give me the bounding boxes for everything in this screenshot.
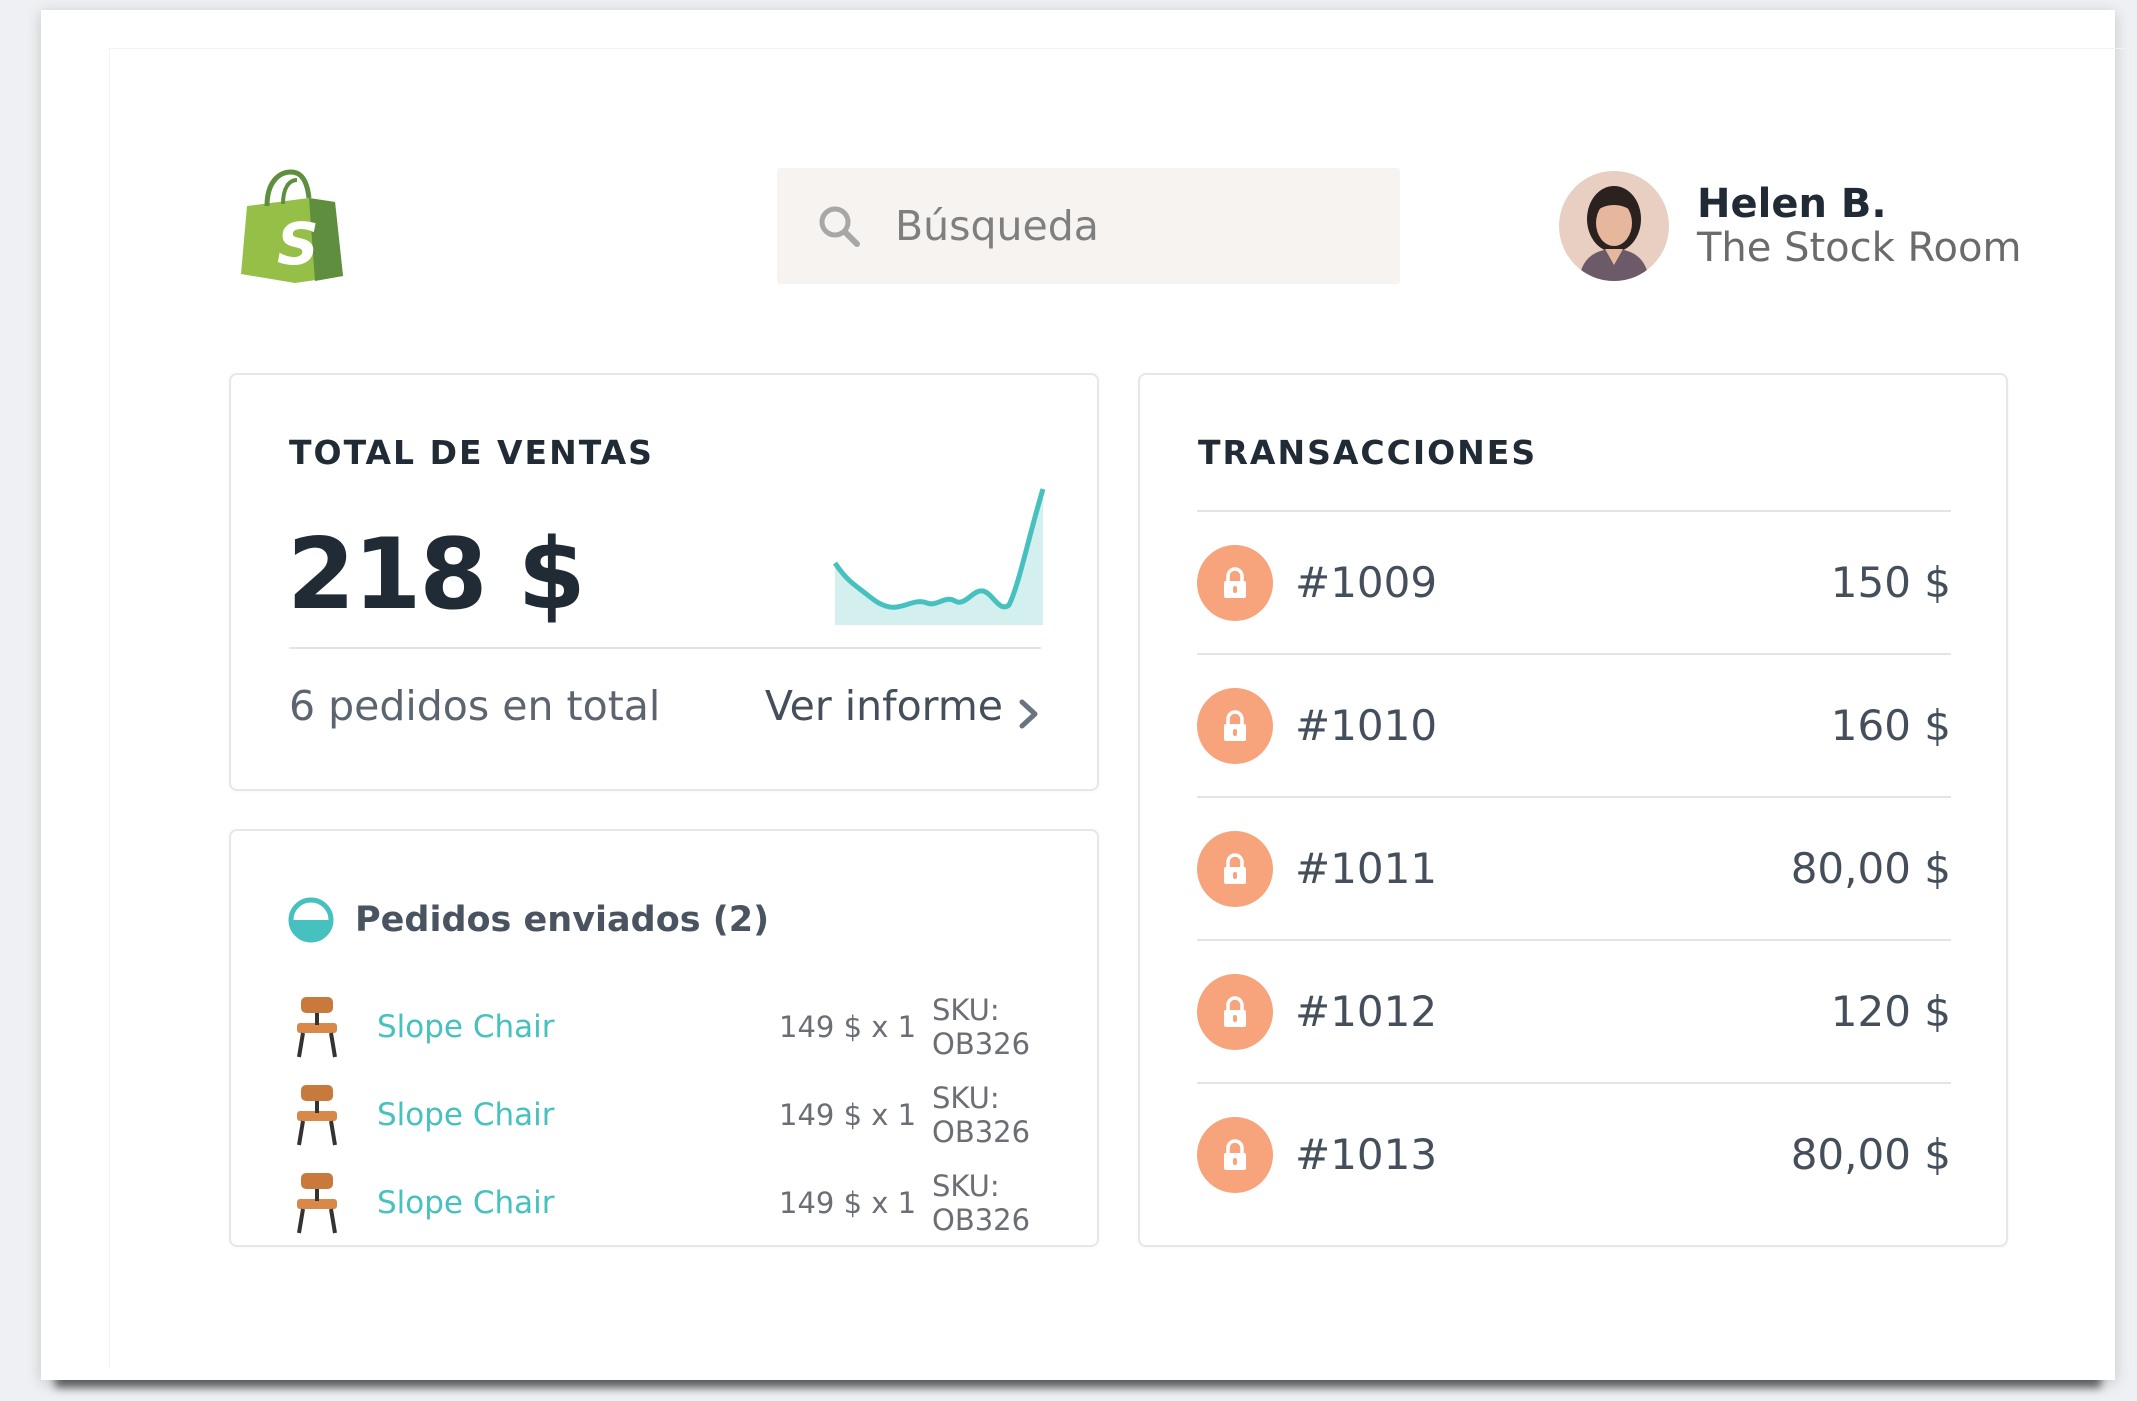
transaction-row[interactable]: #1012 120 $ xyxy=(1197,939,1951,1082)
view-report-label: Ver informe xyxy=(764,682,1003,730)
chevron-right-icon xyxy=(1017,691,1041,729)
transactions-title: TRANSACCIONES xyxy=(1198,433,1538,472)
lock-icon xyxy=(1197,830,1273,907)
sales-total: 218 $ xyxy=(287,518,586,632)
sales-title: TOTAL DE VENTAS xyxy=(289,433,654,472)
transaction-amount: 150 $ xyxy=(1830,558,1951,607)
search-icon xyxy=(817,204,861,248)
product-price-qty: 149 $ x 1 xyxy=(779,1098,917,1132)
transaction-id: #1013 xyxy=(1295,1130,1438,1179)
transaction-row[interactable]: #1010 160 $ xyxy=(1197,653,1951,796)
product-link[interactable]: Slope Chair xyxy=(377,1009,555,1045)
search-input[interactable] xyxy=(895,202,1335,250)
chair-thumbnail-icon xyxy=(291,1171,343,1235)
search-bar[interactable] xyxy=(777,168,1400,284)
lock-icon xyxy=(1197,1116,1273,1193)
transaction-row[interactable]: #1013 80,00 $ xyxy=(1197,1082,1951,1225)
shipped-orders-card: Pedidos enviados (2) Slope Chair 149 $ x… xyxy=(229,829,1099,1247)
sales-card: TOTAL DE VENTAS 218 $ 6 pedidos en total… xyxy=(229,373,1099,791)
svg-text:S: S xyxy=(277,210,319,278)
product-sku: SKU: OB326 xyxy=(932,1169,1031,1237)
lock-icon xyxy=(1197,544,1273,621)
chair-thumbnail-icon xyxy=(291,1083,343,1147)
shopify-logo-icon[interactable]: S xyxy=(239,168,343,283)
transaction-amount: 80,00 $ xyxy=(1790,844,1951,893)
list-item[interactable]: Slope Chair 149 $ x 1 SKU: OB326 xyxy=(291,1159,1051,1247)
product-sku: SKU: OB326 xyxy=(932,1081,1031,1149)
user-menu[interactable]: Helen B. The Stock Room xyxy=(1559,171,2021,281)
chair-thumbnail-icon xyxy=(291,995,343,1059)
lock-icon xyxy=(1197,973,1273,1050)
half-fulfilled-icon xyxy=(287,896,335,944)
product-link[interactable]: Slope Chair xyxy=(377,1097,555,1133)
view-report-link[interactable]: Ver informe xyxy=(765,682,1041,730)
app-window: S Helen B. The Stock Room xyxy=(41,10,2129,1380)
user-name: Helen B. xyxy=(1697,181,1887,227)
transaction-id: #1012 xyxy=(1295,987,1438,1036)
transaction-id: #1010 xyxy=(1295,701,1438,750)
list-item[interactable]: Slope Chair 149 $ x 1 SKU: OB326 xyxy=(291,983,1051,1071)
avatar[interactable] xyxy=(1559,171,1669,281)
product-link[interactable]: Slope Chair xyxy=(377,1185,555,1221)
transaction-amount: 80,00 $ xyxy=(1790,1130,1951,1179)
lock-icon xyxy=(1197,687,1273,764)
transaction-amount: 160 $ xyxy=(1830,701,1951,750)
list-item[interactable]: Slope Chair 149 $ x 1 SKU: OB326 xyxy=(291,1071,1051,1159)
product-list: Slope Chair 149 $ x 1 SKU: OB326 Slope C… xyxy=(291,983,1051,1247)
transaction-id: #1009 xyxy=(1295,558,1438,607)
transactions-card: TRANSACCIONES #1009 150 $ #1010 160 $ #1… xyxy=(1138,373,2008,1247)
shipped-orders-header: Pedidos enviados (2) xyxy=(287,896,769,944)
sales-sparkline xyxy=(833,488,1046,625)
product-price-qty: 149 $ x 1 xyxy=(779,1186,917,1220)
sales-divider xyxy=(289,647,1041,649)
transaction-amount: 120 $ xyxy=(1830,987,1951,1036)
transaction-row[interactable]: #1009 150 $ xyxy=(1197,510,1951,653)
transaction-row[interactable]: #1011 80,00 $ xyxy=(1197,796,1951,939)
product-sku: SKU: OB326 xyxy=(932,993,1031,1061)
shipped-orders-title: Pedidos enviados (2) xyxy=(355,900,770,940)
transactions-list: #1009 150 $ #1010 160 $ #1011 80,00 $ #1… xyxy=(1197,510,1951,1225)
store-name: The Stock Room xyxy=(1697,225,2022,271)
transaction-id: #1011 xyxy=(1295,844,1438,893)
orders-count-text: 6 pedidos en total xyxy=(289,682,661,730)
product-price-qty: 149 $ x 1 xyxy=(779,1010,917,1044)
